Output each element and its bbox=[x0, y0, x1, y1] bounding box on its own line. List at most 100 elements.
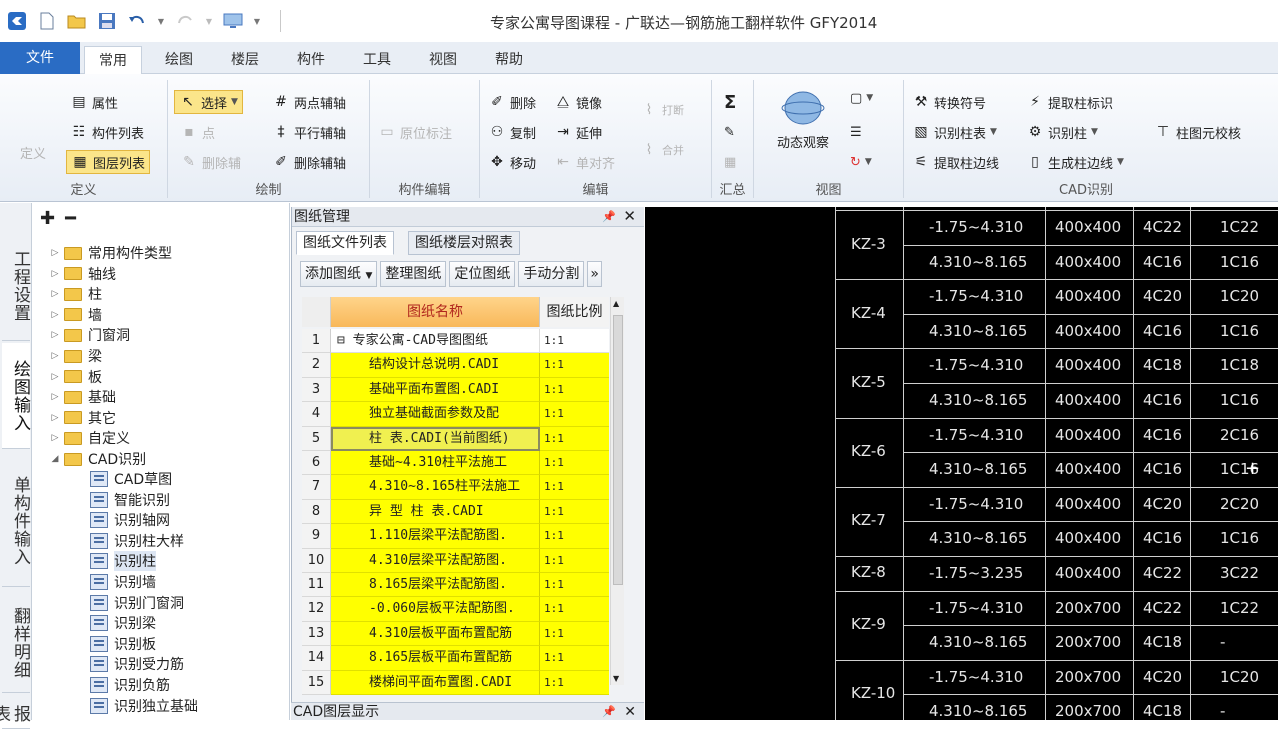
table-row[interactable]: 13 4.310层板平面布置配筋 1:1 bbox=[302, 621, 609, 647]
tree-folder-wall[interactable]: ▷ 墙 bbox=[48, 305, 102, 325]
tab-component[interactable]: 构件 bbox=[282, 46, 340, 74]
collapsed-arrow-icon[interactable]: ▷ bbox=[48, 392, 62, 402]
tree-item-cad-9[interactable]: 识别受力筋 bbox=[90, 654, 184, 674]
tree-item-cad-8[interactable]: 识别板 bbox=[90, 634, 156, 654]
collapse-icon[interactable]: ⊟ bbox=[337, 333, 353, 348]
vtab-project-settings[interactable]: 工程设置 bbox=[2, 231, 30, 341]
table-row[interactable]: 3 基础平面布置图.CADI 1:1 bbox=[302, 377, 609, 403]
organize-drawing-button[interactable]: 整理图纸 bbox=[380, 261, 447, 287]
display-settings-icon[interactable]: ☰ bbox=[850, 120, 862, 144]
close-icon[interactable]: ✕ bbox=[624, 703, 636, 721]
sum-icon[interactable]: Σ bbox=[724, 90, 736, 114]
tab-file[interactable]: 文件 bbox=[0, 42, 80, 74]
point-button[interactable]: ▪ 点 bbox=[180, 120, 215, 144]
cad-canvas[interactable]: KZ-3 -1.75~4.310 400x400 4C22 1C22 4.310~8.16… bbox=[645, 207, 1278, 720]
collapse-all-icon[interactable]: ━ bbox=[65, 208, 76, 229]
tree-item-cad-4[interactable]: 识别柱 bbox=[90, 551, 156, 572]
tab-common[interactable]: 常用 bbox=[84, 46, 142, 75]
tree-folder-axis[interactable]: ▷ 轴线 bbox=[48, 264, 116, 284]
select-button[interactable]: ↖ 选择 ▼ bbox=[174, 90, 243, 114]
collapsed-arrow-icon[interactable]: ▷ bbox=[48, 289, 62, 299]
cube-view-icon[interactable]: ▢ ▼ bbox=[850, 86, 873, 110]
tab-drawing-file-list[interactable]: 图纸文件列表 bbox=[296, 231, 394, 255]
scroll-thumb[interactable] bbox=[613, 315, 623, 585]
tree-item-cad-3[interactable]: 识别柱大样 bbox=[90, 531, 184, 551]
tree-folder-beam[interactable]: ▷ 梁 bbox=[48, 346, 102, 366]
generate-column-edge-button[interactable]: ▯ 生成柱边线 ▼ bbox=[1026, 150, 1124, 174]
collapsed-arrow-icon[interactable]: ▷ bbox=[48, 330, 62, 340]
merge-button[interactable]: ⌇ 合并 bbox=[640, 138, 684, 162]
vtab-draw-input[interactable]: 绘图输入 bbox=[2, 343, 30, 449]
column-cell-check-button[interactable]: ⊤ 柱图元校核 bbox=[1154, 120, 1241, 144]
delete-axis-button[interactable]: ✐ 删除辅轴 bbox=[272, 150, 346, 174]
collapsed-arrow-icon[interactable]: ▷ bbox=[48, 269, 62, 279]
tab-floor[interactable]: 楼层 bbox=[216, 46, 274, 74]
tree-item-cad-2[interactable]: 识别轴网 bbox=[90, 510, 170, 530]
convert-symbol-button[interactable]: ⚒ 转换符号 bbox=[912, 90, 986, 114]
collapsed-arrow-icon[interactable]: ▷ bbox=[48, 433, 62, 443]
table-row[interactable]: 4 独立基础截面参数及配 1:1 bbox=[302, 402, 609, 427]
expand-all-icon[interactable]: ✚ bbox=[40, 208, 55, 229]
close-icon[interactable]: ✕ bbox=[623, 206, 636, 226]
more-icon[interactable]: » bbox=[587, 261, 602, 287]
add-drawing-button[interactable]: 添加图纸 ▼ bbox=[300, 261, 378, 287]
calc-brush-icon[interactable]: ✎ bbox=[724, 120, 735, 144]
mirror-button[interactable]: ⧋ 镜像 bbox=[554, 90, 602, 114]
delete-button[interactable]: ✐ 删除 bbox=[488, 90, 536, 114]
table-row[interactable]: 5柱 表.CADI(当前图纸) 1:1 bbox=[302, 426, 609, 451]
col-header-name[interactable]: 图纸名称 bbox=[331, 297, 540, 327]
break-button[interactable]: ⌇ 打断 bbox=[640, 98, 684, 122]
extract-column-edge-button[interactable]: ⚟ 提取柱边线 bbox=[912, 150, 999, 174]
col-header-scale[interactable]: 图纸比例 bbox=[540, 297, 609, 327]
collapsed-arrow-icon[interactable]: ▷ bbox=[48, 372, 62, 382]
table-row[interactable]: 14 8.165层板平面布置配筋 1:1 bbox=[302, 646, 609, 671]
tree-item-cad-10[interactable]: 识别负筋 bbox=[90, 675, 170, 695]
table-row[interactable]: 8异 型 柱 表.CADI 1:1 bbox=[302, 499, 609, 525]
table-row[interactable]: 6 基础~4.310柱平法施工 1:1 bbox=[302, 451, 609, 476]
tree-folder-common[interactable]: ▷ 常用构件类型 bbox=[48, 243, 172, 263]
tree-item-cad-7[interactable]: 识别梁 bbox=[90, 613, 156, 633]
rotate-icon[interactable]: ↻ ▼ bbox=[850, 150, 872, 174]
move-button[interactable]: ✥ 移动 bbox=[488, 150, 536, 174]
tree-item-cad-5[interactable]: 识别墙 bbox=[90, 572, 156, 592]
table-row[interactable]: 12 -0.060层板平法配筋图. 1:1 bbox=[302, 597, 609, 622]
extend-button[interactable]: ⇥ 延伸 bbox=[554, 120, 602, 144]
identify-column-table-button[interactable]: ▧ 识别柱表 ▼ bbox=[912, 120, 997, 144]
tree-folder-cad[interactable]: ◢ CAD识别 bbox=[48, 449, 147, 469]
pin-icon[interactable]: 📌 bbox=[602, 703, 616, 721]
tab-draw[interactable]: 绘图 bbox=[150, 46, 208, 74]
tree-item-cad-6[interactable]: 识别门窗洞 bbox=[90, 593, 184, 613]
tree-item-cad-0[interactable]: CAD草图 bbox=[90, 469, 172, 489]
table-row[interactable]: 9 1.110层梁平法配筋图. 1:1 bbox=[302, 524, 609, 549]
table-row[interactable]: 7 4.310~8.165柱平法施工 1:1 bbox=[302, 475, 609, 500]
tree-folder-slab[interactable]: ▷ 板 bbox=[48, 367, 102, 387]
vertical-scrollbar[interactable]: ▲ ▼ bbox=[610, 297, 624, 685]
tree-folder-other[interactable]: ▷ 其它 bbox=[48, 408, 116, 428]
collapsed-arrow-icon[interactable]: ▷ bbox=[48, 351, 62, 361]
parallel-axis-button[interactable]: ‡ 平行辅轴 bbox=[272, 120, 347, 144]
tab-tools[interactable]: 工具 bbox=[348, 46, 406, 74]
locate-drawing-button[interactable]: 定位图纸 bbox=[449, 261, 516, 287]
pin-icon[interactable]: 📌 bbox=[602, 207, 616, 227]
vtab-report[interactable]: 报表 bbox=[0, 699, 30, 729]
properties-button[interactable]: ▤ 属性 bbox=[70, 90, 118, 114]
align-button[interactable]: ⇤ 单对齐 bbox=[554, 150, 615, 174]
relabel-button[interactable]: ▭ 原位标注 bbox=[378, 120, 452, 144]
collapsed-arrow-icon[interactable]: ▷ bbox=[48, 248, 62, 258]
scroll-up-icon[interactable]: ▲ bbox=[613, 299, 619, 308]
tree-item-cad-1[interactable]: 智能识别 bbox=[90, 490, 170, 510]
tree-folder-custom[interactable]: ▷ 自定义 bbox=[48, 428, 130, 448]
collapsed-arrow-icon[interactable]: ▷ bbox=[48, 413, 62, 423]
identify-column-button[interactable]: ⚙ 识别柱 ▼ bbox=[1026, 120, 1098, 144]
define-button[interactable]: 定义 bbox=[20, 140, 46, 164]
vtab-detail[interactable]: 翻样明细 bbox=[2, 593, 30, 693]
table-row[interactable]: 10 4.310层梁平法配筋图. 1:1 bbox=[302, 548, 609, 573]
extract-column-label-button[interactable]: ⚡ 提取柱标识 bbox=[1026, 90, 1113, 114]
tab-view[interactable]: 视图 bbox=[414, 46, 472, 74]
tree-item-cad-11[interactable]: 识别独立基础 bbox=[90, 696, 198, 716]
vtab-single-component-input[interactable]: 单构件输入 bbox=[2, 455, 30, 587]
delete-aux-button[interactable]: ✎ 删除辅 bbox=[180, 150, 241, 174]
tree-folder-foundation[interactable]: ▷ 基础 bbox=[48, 387, 116, 407]
tab-help[interactable]: 帮助 bbox=[480, 46, 538, 74]
orbit-button[interactable]: 动态观察 bbox=[768, 88, 838, 168]
